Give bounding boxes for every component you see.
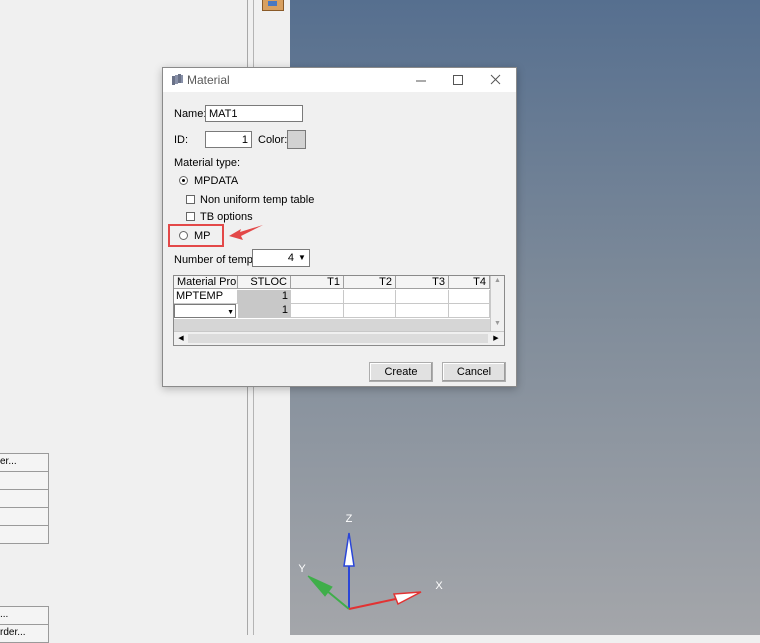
annotation-arrow: [229, 225, 263, 240]
red-arrow-icon: [229, 225, 263, 240]
